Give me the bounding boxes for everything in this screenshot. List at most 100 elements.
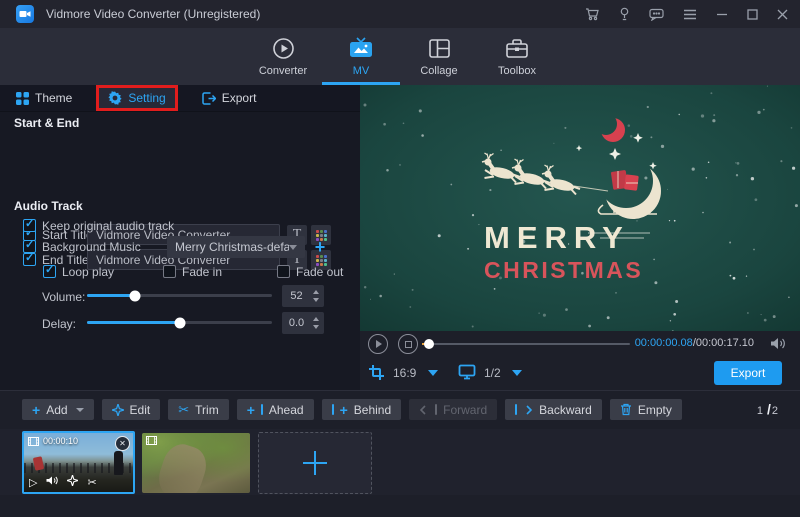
arrow-down-icon[interactable] (313, 298, 319, 302)
clip-trim-icon[interactable]: ✂ (87, 476, 96, 489)
backward-button[interactable]: Backward (505, 399, 602, 420)
export-button[interactable]: Export (714, 361, 782, 385)
timeline-add-slot[interactable] (258, 432, 372, 494)
bar-icon (261, 404, 263, 415)
play-icon (376, 340, 382, 348)
tab-theme[interactable]: Theme (16, 91, 72, 105)
tab-collage-label: Collage (420, 65, 457, 77)
volume-slider[interactable] (87, 294, 272, 297)
delay-spinner[interactable]: 0.0 (282, 312, 324, 334)
arrow-down-icon[interactable] (313, 325, 319, 329)
volume-label: Volume: (42, 290, 85, 304)
clip1-tools: ▷ ✂ (29, 475, 97, 489)
app-logo-icon (16, 5, 34, 23)
minimize-button[interactable] (716, 8, 728, 20)
trim-label: Trim (195, 403, 219, 417)
clip2-overlay (146, 436, 157, 445)
aspect-ratio-value: 16:9 (393, 366, 416, 380)
stop-button[interactable] (398, 334, 418, 354)
clip-audio-icon[interactable] (46, 475, 58, 489)
clip-play-icon[interactable]: ▷ (29, 476, 37, 489)
video-preview[interactable]: MERRY CHRISTMAS (360, 85, 800, 331)
behind-button[interactable]: + Behind (322, 399, 402, 420)
main-nav: Converter MV Collage Toolbox (0, 28, 800, 85)
seek-thumb[interactable] (424, 339, 434, 349)
delay-slider[interactable] (87, 321, 272, 324)
tab-mv[interactable]: MV (322, 28, 400, 85)
app-window: Vidmore Video Converter (Unregistered) C… (0, 0, 800, 517)
edit-button[interactable]: Edit (102, 399, 161, 420)
fade-in-checkbox[interactable] (163, 265, 176, 278)
clip1-close-button[interactable]: ✕ (115, 436, 130, 451)
delay-slider-thumb[interactable] (174, 317, 185, 328)
ahead-button[interactable]: + Ahead (237, 399, 314, 420)
clip-edit-icon[interactable] (67, 475, 78, 489)
add-music-button[interactable]: + (310, 237, 330, 257)
arrow-up-icon[interactable] (313, 290, 319, 294)
total-time: 00:00:17.10 (696, 337, 754, 349)
plus-icon: + (32, 403, 40, 417)
timeline-clip-2[interactable] (142, 433, 250, 493)
add-button[interactable]: + Add (22, 399, 94, 420)
tab-converter[interactable]: Converter (244, 28, 322, 85)
tab-setting-label: Setting (128, 91, 165, 105)
aspect-ratio-icon[interactable] (368, 364, 385, 384)
delay-label: Delay: (42, 317, 76, 331)
timeline-clip-1[interactable]: 00:00:10 ✕ ▷ ✂ (22, 431, 135, 494)
volume-value: 52 (282, 290, 311, 302)
tab-converter-label: Converter (259, 65, 307, 77)
scissors-icon: ✂ (178, 403, 189, 416)
arrow-up-icon[interactable] (313, 317, 319, 321)
play-button[interactable] (368, 334, 388, 354)
loop-play-checkbox[interactable] (43, 265, 56, 278)
tab-theme-label: Theme (35, 91, 72, 105)
moon-crescent (601, 118, 625, 142)
bulb-icon[interactable] (619, 7, 630, 21)
fade-out-checkbox[interactable] (277, 265, 290, 278)
timeline-section: + Add Edit ✂ Trim + Ahead + Behind (0, 390, 800, 517)
menu-icon[interactable] (683, 9, 697, 20)
volume-slider-thumb[interactable] (130, 290, 141, 301)
edit-sparkle-icon (112, 404, 124, 416)
ahead-label: Ahead (269, 403, 304, 417)
volume-speaker-icon[interactable] (770, 336, 786, 354)
background-music-select[interactable]: Merry Christmas-default (167, 236, 305, 258)
chevron-left-icon (419, 404, 429, 416)
clip2-trail (154, 440, 212, 493)
plus-icon: + (247, 403, 255, 417)
screen-page-caret[interactable] (512, 370, 522, 376)
end-title-checkbox[interactable] (23, 253, 36, 266)
background-music-checkbox[interactable] (23, 240, 36, 253)
close-button[interactable] (777, 9, 788, 20)
clip-pagination: 1 / 2 (757, 401, 778, 417)
time-display: 00:00:00.08/00:00:17.10 (635, 337, 754, 349)
empty-button[interactable]: Empty (610, 399, 682, 420)
chevron-down-icon (289, 245, 297, 250)
tab-collage[interactable]: Collage (400, 28, 478, 85)
spinner-arrows[interactable] (311, 290, 324, 302)
seek-bar[interactable] (422, 343, 630, 345)
section-audio-track: Audio Track (14, 199, 83, 213)
screen-icon[interactable] (458, 364, 476, 383)
keep-original-checkbox[interactable] (23, 219, 36, 232)
clip-toolbar: + Add Edit ✂ Trim + Ahead + Behind (22, 399, 682, 420)
stop-icon (405, 341, 412, 348)
feedback-icon[interactable] (649, 8, 664, 21)
titlebar: Vidmore Video Converter (Unregistered) (0, 0, 800, 28)
chevron-down-icon (76, 408, 84, 412)
tab-export-label: Export (222, 91, 257, 105)
cart-icon[interactable] (585, 7, 600, 21)
tab-setting annotation-red-box[interactable]: Setting (96, 85, 177, 111)
spinner-arrows[interactable] (311, 317, 324, 329)
clip1-duration: 00:00:10 (43, 436, 78, 446)
maximize-button[interactable] (747, 9, 758, 20)
tab-export[interactable]: Export (202, 91, 257, 105)
volume-spinner[interactable]: 52 (282, 285, 324, 307)
trim-button[interactable]: ✂ Trim (168, 399, 228, 420)
preview-title-merry: MERRY (484, 220, 630, 255)
aspect-ratio-caret[interactable] (428, 370, 438, 376)
forward-button[interactable]: Forward (409, 399, 497, 420)
background-music-label: Background Music (42, 240, 141, 254)
tab-toolbox[interactable]: Toolbox (478, 28, 556, 85)
clip1-figure-dark (114, 451, 123, 475)
